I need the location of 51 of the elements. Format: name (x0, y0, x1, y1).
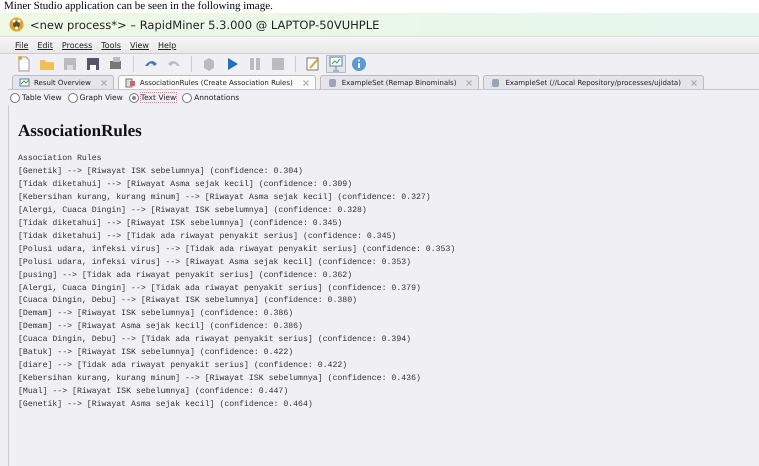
radio-button[interactable] (68, 92, 78, 102)
rule-line: [Demam] --> [Riwayat ISK sebelumnya] (confidence: 0.386) (18, 308, 294, 320)
close-icon[interactable] (100, 80, 107, 86)
rule-line: [Tidak diketahui] --> [Riwayat ISK sebelumnya] (confidence: 0.345) (18, 218, 344, 230)
close-icon[interactable] (302, 80, 309, 86)
rule-line: [Polusi udara, infeksi virus] --> [Riwayat Asma sejak kecil] (confidence: 0.353) (18, 256, 412, 269)
window-title: <new process*> – RapidMiner 5.3.000 @ LAPTOP-50VUHPLE (30, 18, 380, 32)
rule-line: [Genetik] --> [Riwayat ISK sebelumnya] (confidence: 0.304) (18, 166, 304, 178)
pause-icon (247, 56, 263, 72)
rule-line: [Tidak diketahui] --> [Riwayat Asma sejak kecil] (confidence: 0.309) (18, 178, 354, 191)
close-icon[interactable] (466, 80, 472, 86)
caption-text: Miner Studio application can be seen in the following image. (4, 0, 273, 12)
radio-button[interactable] (10, 92, 20, 102)
menu-item[interactable]: Process (62, 40, 92, 50)
new-file-icon (16, 56, 32, 72)
rule-line: [Tidak diketahui] --> [Tidak ada riwayat penyakit serius] (confidence: 0.345) (18, 230, 398, 243)
rule-line: [Polusi udara, infeksi virus] --> [Tidak ada riwayat penyakit serius] (confidence: 0.353) (18, 244, 456, 256)
rules-icon (124, 78, 136, 88)
monitor-chart-icon (328, 56, 344, 72)
rule-line: [pusing] --> [Tidak ada riwayat penyakit serius] (confidence: 0.362) (18, 270, 354, 282)
rule-line: [diare] --> [Tidak ada riwayat penyakit serius] (confidence: 0.422) (18, 360, 348, 372)
rule-line: [Mual] --> [Riwayat ISK sebelumnya] (confidence: 0.447) (18, 386, 290, 398)
menu-item[interactable]: File (15, 40, 28, 50)
rule-line: [Alergi, Cuaca Dingin] --> [Riwayat ISK sebelumnya] (confidence: 0.328) (18, 204, 368, 217)
database-icon (490, 78, 502, 88)
notepad-icon (305, 56, 321, 72)
database-icon (326, 78, 338, 88)
rule-line: [Alergi, Cuaca Dingin] --> [Tidak ada riwayat penyakit serius] (confidence: 0.379) (18, 282, 422, 295)
radio-button[interactable] (128, 92, 139, 102)
menu-item[interactable]: Tools (101, 40, 121, 50)
info-icon (351, 56, 367, 72)
menu-item[interactable]: Edit (37, 40, 53, 50)
rule-line: [Genetik] --> [Riwayat Asma sejak kecil] (confidence: 0.464) (18, 399, 314, 412)
chart-icon (19, 78, 30, 88)
rule-line: [Cuaca Dingin, Debu] --> [Tidak ada riwayat penyakit serius] (confidence: 0.394) (18, 334, 412, 346)
rule-line: [Kebersihan kurang, kurang minum] --> [Riwayat ISK sebelumnya] (confidence: 0.436) (18, 373, 422, 386)
rule-line: [Cuaca Dingin, Debu] --> [Riwayat ISK sebelumnya] (confidence: 0.380) (18, 295, 358, 308)
close-icon[interactable] (690, 80, 697, 86)
radio-button[interactable] (182, 92, 192, 102)
rule-line: [Kebersihan kurang, kurang minum] --> [Riwayat Asma sejak kecil] (confidence: 0.327) (18, 192, 432, 204)
menu-item[interactable]: View (130, 40, 149, 50)
app-logo-icon (9, 17, 24, 32)
rule-line: Association Rules (18, 153, 103, 165)
stop-icon (270, 56, 286, 72)
rule-line: [Batuk] --> [Riwayat ISK sebelumnya] (confidence: 0.422) (18, 347, 294, 360)
result-heading: AssociationRules (18, 121, 143, 141)
menu-item[interactable]: Help (158, 40, 176, 50)
cube-icon (201, 56, 217, 72)
printer-icon (108, 56, 124, 72)
toolbar-button[interactable] (326, 55, 346, 73)
rule-line: [Demam] --> [Riwayat Asma sejak kecil] (confidence: 0.386) (18, 321, 304, 334)
